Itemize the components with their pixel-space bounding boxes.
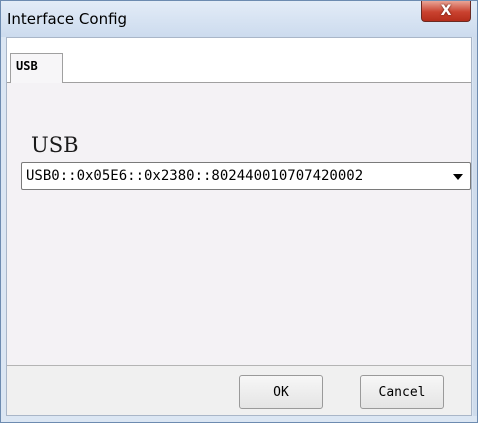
usb-section-label: USB xyxy=(31,133,79,157)
close-icon: X xyxy=(440,3,452,19)
dialog-content: USB USB USB0::0x05E6::0x2380::8024400107… xyxy=(6,37,472,416)
close-button[interactable]: X xyxy=(421,1,471,22)
tab-usb-label: USB xyxy=(16,59,38,73)
tab-strip: USB xyxy=(7,38,471,83)
ok-button[interactable]: OK xyxy=(239,375,323,409)
usb-resource-value: USB0::0x05E6::0x2380::802440010707420002 xyxy=(26,168,364,184)
cancel-button[interactable]: Cancel xyxy=(360,375,444,409)
chevron-down-icon[interactable] xyxy=(453,174,463,180)
window-frame-edge xyxy=(473,37,477,416)
title-bar[interactable]: Interface Config X xyxy=(1,1,477,37)
usb-resource-select[interactable]: USB0::0x05E6::0x2380::802440010707420002 xyxy=(21,162,471,190)
window-title: Interface Config xyxy=(7,10,128,28)
tab-usb[interactable]: USB xyxy=(10,53,63,83)
interface-config-window: Interface Config X USB USB USB0::0x05E6:… xyxy=(0,0,478,423)
button-bar: OK Cancel xyxy=(7,365,471,415)
